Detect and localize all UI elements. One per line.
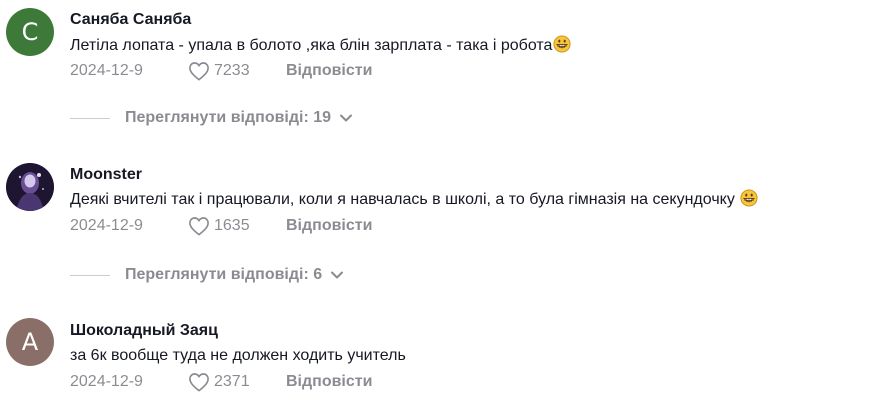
divider-line bbox=[70, 117, 110, 119]
view-replies-label: Переглянути відповіді: 19 bbox=[125, 109, 332, 126]
chevron-down-icon bbox=[331, 271, 344, 279]
comment-meta: 2024-12-9 2371 Відповісти bbox=[70, 371, 372, 393]
comment-date: 2024-12-9 bbox=[70, 373, 143, 390]
grinning-face-icon bbox=[553, 35, 571, 53]
chevron-down-icon bbox=[340, 114, 353, 122]
comment-text: Деякі вчителі так і працювали, коли я на… bbox=[70, 189, 758, 211]
like-count: 1635 bbox=[214, 217, 250, 234]
comment-date: 2024-12-9 bbox=[70, 62, 143, 79]
view-replies-label: Переглянути відповіді: 6 bbox=[125, 266, 323, 283]
avatar[interactable]: А bbox=[6, 318, 54, 366]
reply-button[interactable]: Відповісти bbox=[286, 217, 372, 235]
comment-author[interactable]: Moonster bbox=[70, 165, 142, 185]
comment-text: Летіла лопата - упала в болото ,яка блін… bbox=[70, 35, 571, 57]
heart-icon bbox=[189, 62, 209, 81]
comment-text-content: за 6к вообще туда не должен ходить учите… bbox=[70, 347, 406, 364]
comment-text: за 6к вообще туда не должен ходить учите… bbox=[70, 345, 406, 367]
comment-author[interactable]: Шоколадный Заяц bbox=[70, 321, 218, 341]
comment-text-content: Летіла лопата - упала в болото ,яка блін… bbox=[70, 37, 553, 54]
reply-button[interactable]: Відповісти bbox=[286, 62, 372, 80]
view-replies-button[interactable]: Переглянути відповіді: 19 bbox=[70, 107, 353, 129]
grinning-face-icon bbox=[740, 189, 758, 207]
comment-meta: 2024-12-9 7233 Відповісти bbox=[70, 60, 372, 82]
avatar-image bbox=[6, 163, 54, 211]
avatar[interactable]: С bbox=[6, 8, 54, 56]
like-count: 2371 bbox=[214, 373, 250, 390]
divider-line bbox=[70, 274, 110, 276]
comment-meta: 2024-12-9 1635 Відповісти bbox=[70, 215, 372, 237]
comment-author[interactable]: Саняба Саняба bbox=[70, 10, 191, 30]
heart-icon bbox=[189, 217, 209, 236]
view-replies-button[interactable]: Переглянути відповіді: 6 bbox=[70, 264, 344, 286]
like-button[interactable]: 7233 bbox=[188, 61, 286, 81]
comment-text-content: Деякі вчителі так і працювали, коли я на… bbox=[70, 191, 735, 208]
comment-date: 2024-12-9 bbox=[70, 217, 143, 234]
like-button[interactable]: 1635 bbox=[188, 216, 286, 236]
like-button[interactable]: 2371 bbox=[188, 372, 286, 392]
like-count: 7233 bbox=[214, 62, 250, 79]
reply-button[interactable]: Відповісти bbox=[286, 373, 372, 391]
avatar[interactable] bbox=[6, 163, 54, 211]
heart-icon bbox=[189, 373, 209, 392]
